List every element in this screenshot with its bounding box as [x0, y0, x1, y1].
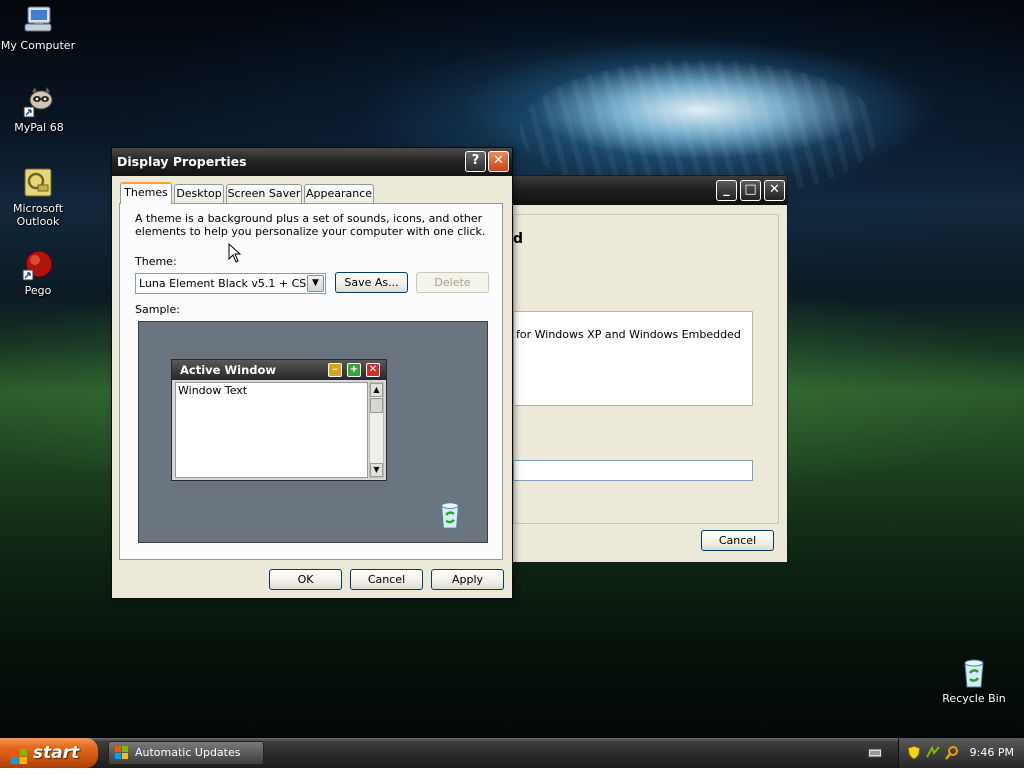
pego-icon	[22, 249, 54, 281]
desktop-icon-label: MyPal 68	[14, 121, 64, 134]
scroll-thumb	[370, 398, 383, 413]
taskbar-item-label: Automatic Updates	[135, 746, 241, 759]
desktop-icon-label: Microsoft Outlook	[12, 202, 64, 228]
tab-themes[interactable]: Themes	[120, 182, 172, 204]
theme-select-value: Luna Element Black v5.1 + CSS	[139, 277, 314, 290]
network-icon[interactable]	[926, 745, 940, 760]
desktop-icon-my-computer[interactable]: My Computer	[0, 4, 78, 52]
computer-icon	[22, 4, 54, 36]
desktop: My Computer MyPal 68 Microsoft Outlook P…	[0, 0, 1024, 738]
cancel-button[interactable]: Cancel	[350, 569, 423, 590]
maximize-button[interactable]: □	[740, 180, 761, 201]
desktop-icon-label: My Computer	[0, 39, 76, 52]
outlook-icon	[22, 167, 54, 199]
preview-window-body: Window Text	[175, 382, 368, 478]
recycle-bin-icon	[435, 500, 465, 530]
background-window-text-field[interactable]	[513, 460, 753, 481]
display-properties-dialog[interactable]: Display Properties ? ✕ Themes Desktop Sc…	[111, 147, 513, 599]
preview-active-window: Active Window – + ✕ Window Text ▲ ▼	[171, 359, 387, 481]
desktop-icon-label: Recycle Bin	[942, 692, 1006, 705]
background-window-info-box: for Windows XP and Windows Embedded	[513, 311, 753, 406]
maximize-icon: □	[744, 182, 757, 197]
windows-logo-icon	[11, 745, 28, 764]
apply-button[interactable]: Apply	[431, 569, 504, 590]
themes-tab-page: A theme is a background plus a set of so…	[119, 203, 503, 560]
system-tray: 9:46 PM	[898, 738, 1024, 768]
theme-sample-preview: Active Window – + ✕ Window Text ▲ ▼	[138, 321, 488, 543]
preview-window-text: Window Text	[178, 384, 248, 397]
scroll-up-icon: ▲	[370, 383, 383, 397]
desktop-icon-mypal[interactable]: MyPal 68	[0, 86, 79, 134]
save-as-button[interactable]: Save As...	[335, 272, 408, 293]
background-window[interactable]: _ □ ✕ d for Windows XP and Windows Embed…	[470, 175, 788, 563]
keyboard-icon[interactable]	[868, 747, 882, 759]
theme-select[interactable]: Luna Element Black v5.1 + CSS ▼	[135, 273, 326, 294]
dialog-close-button[interactable]: ✕	[488, 151, 509, 172]
chevron-down-icon[interactable]: ▼	[307, 275, 324, 292]
clock[interactable]: 9:46 PM	[970, 738, 1014, 768]
recycle-bin-icon	[958, 657, 990, 689]
preview-window-title-text: Active Window	[180, 363, 277, 377]
info-box-text: for Windows XP and Windows Embedded	[516, 328, 741, 341]
ok-button[interactable]: OK	[269, 569, 342, 590]
desktop-icon-pego[interactable]: Pego	[0, 249, 78, 297]
delete-button: Delete	[416, 272, 489, 293]
close-icon: ✕	[366, 363, 380, 377]
windows-update-icon	[115, 746, 129, 760]
close-button[interactable]: ✕	[764, 180, 785, 201]
scroll-down-icon: ▼	[370, 463, 383, 477]
desktop-icon-recycle-bin[interactable]: Recycle Bin	[934, 657, 1014, 705]
desktop-icon-label: Pego	[24, 284, 52, 297]
sample-label: Sample:	[135, 303, 180, 316]
tab-screen-saver[interactable]: Screen Saver	[226, 184, 302, 203]
dialog-titlebar[interactable]: Display Properties ? ✕	[112, 148, 512, 176]
desktop-icon-outlook[interactable]: Microsoft Outlook	[0, 167, 78, 228]
minimize-icon: –	[328, 363, 342, 377]
raccoon-browser-icon	[23, 86, 55, 118]
tab-desktop[interactable]: Desktop	[174, 184, 224, 203]
mouse-cursor-icon	[228, 242, 242, 263]
minimize-icon: _	[723, 182, 730, 197]
help-button[interactable]: ?	[465, 151, 486, 172]
preview-scrollbar: ▲ ▼	[369, 382, 384, 478]
close-icon: ✕	[493, 153, 504, 168]
security-shield-icon[interactable]	[907, 745, 921, 760]
minimize-button[interactable]: _	[716, 180, 737, 201]
start-label: start	[33, 743, 80, 763]
maximize-icon: +	[347, 363, 361, 377]
start-button[interactable]: start	[0, 738, 98, 768]
taskbar: start Automatic Updates 9:46 PM	[0, 738, 1024, 768]
theme-description: A theme is a background plus a set of so…	[135, 212, 486, 238]
help-icon: ?	[471, 153, 480, 168]
taskbar-item-automatic-updates[interactable]: Automatic Updates	[108, 741, 264, 765]
search-icon[interactable]	[945, 745, 959, 760]
dialog-title: Display Properties	[117, 154, 247, 169]
background-cancel-button[interactable]: Cancel	[701, 530, 774, 551]
theme-label: Theme:	[135, 255, 177, 268]
tab-appearance[interactable]: Appearance	[304, 184, 374, 203]
close-icon: ✕	[769, 182, 780, 197]
background-window-heading: d	[513, 231, 524, 247]
